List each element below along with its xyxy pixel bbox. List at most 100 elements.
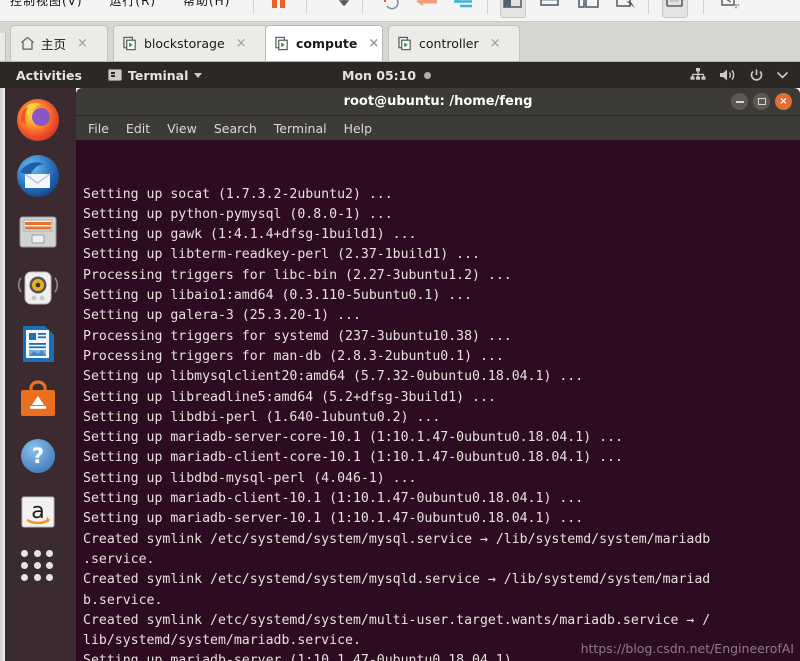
terminal-line: Setting up mariadb-client-core-10.1 (1:1… (83, 450, 623, 466)
terminal-line: Setting up libdbd-mysql-perl (4.046-1) .… (83, 470, 417, 486)
maximize-button[interactable] (753, 93, 770, 110)
menu-help[interactable]: Help (344, 121, 373, 136)
terminal-line: Setting up mariadb-server-core-10.1 (1:1… (83, 430, 623, 446)
vm-running-icon (123, 36, 138, 51)
terminal-line: Processing triggers for man-db (2.8.3-2u… (83, 348, 504, 364)
terminal-line: Setting up socat (1.7.3.2-2ubuntu2) ... (83, 186, 393, 202)
settings-icon[interactable] (720, 0, 740, 11)
revert-snapshot-icon[interactable] (414, 0, 440, 11)
clock-button[interactable]: Mon 05:10 (342, 67, 432, 83)
terminal-line: Setting up galera-3 (25.3.20-1) ... (83, 308, 361, 324)
dock-item-rhythmbox[interactable] (14, 264, 62, 312)
menu-terminal[interactable]: Terminal (274, 121, 327, 136)
terminal-line: Setting up mariadb-server-10.1 (1:10.1.4… (83, 511, 584, 527)
tab-label: compute (296, 36, 358, 51)
dock-item-help[interactable]: ? (14, 432, 62, 480)
toolbar-separator (362, 0, 363, 14)
terminal-line: Setting up mariadb-client-10.1 (1:10.1.4… (83, 491, 584, 507)
dock-item-show-applications[interactable] (14, 544, 62, 592)
view-fullscreen-icon[interactable] (578, 0, 600, 11)
toolbar-separator (703, 0, 704, 14)
terminal-title: root@ubuntu: /home/feng (343, 94, 533, 109)
gnome-top-bar: Activities Terminal Mon 05:10 (0, 62, 800, 88)
tab-label: 主页 (41, 37, 67, 52)
manage-snapshot-icon[interactable] (450, 0, 476, 11)
toolbar-separator (648, 0, 649, 14)
view-console-icon[interactable] (540, 0, 560, 11)
terminal-titlebar: root@ubuntu: /home/feng × (76, 88, 800, 116)
notification-dot-icon (424, 71, 432, 79)
app-menu-label: Terminal (127, 67, 189, 83)
dock-edge (0, 88, 5, 661)
menu-edit[interactable]: Edit (126, 121, 150, 136)
menu-file[interactable]: File (88, 121, 109, 136)
terminal-line: Created symlink /etc/systemd/system/mysq… (83, 531, 711, 547)
pause-icon[interactable] (272, 0, 288, 11)
tab-bar: 主页 × blockstorage × compute × controller… (0, 22, 800, 62)
terminal-line: Created symlink /etc/systemd/system/mysq… (83, 572, 711, 588)
close-button[interactable]: × (775, 93, 792, 110)
terminal-line: Setting up libdbi-perl (1.640-1ubuntu0.2… (83, 409, 441, 425)
menu-search[interactable]: Search (214, 121, 257, 136)
dock-item-files[interactable] (14, 208, 62, 256)
tab-close-icon[interactable]: × (233, 36, 250, 51)
tab-close-icon[interactable]: × (365, 36, 382, 51)
toolbar-separator (306, 0, 307, 14)
tabstrip-left-edge (0, 33, 6, 61)
ubuntu-dock: ? a (0, 88, 76, 661)
terminal-line: Created symlink /etc/systemd/system/mult… (83, 612, 711, 628)
minimize-button[interactable] (731, 93, 748, 110)
home-icon (20, 36, 35, 51)
terminal-icon (107, 69, 122, 81)
terminal-line: Setting up libreadline5:amd64 (5.2+dfsg-… (83, 389, 496, 405)
tab-home[interactable]: 主页 × (10, 25, 108, 61)
dock-item-ubuntu-software[interactable] (14, 376, 62, 424)
watermark: https://blog.csdn.net/EngineerofAI (580, 640, 794, 656)
app-menu-item-2[interactable]: 帮助(H) (183, 0, 230, 8)
chevron-down-icon[interactable] (777, 71, 788, 79)
unity-mode-icon[interactable] (665, 0, 685, 11)
tab-controller[interactable]: controller × (388, 25, 520, 61)
terminal-menubar: File Edit View Search Terminal Help (76, 116, 800, 140)
tab-blockstorage[interactable]: blockstorage × (113, 25, 268, 61)
svg-text:a: a (31, 499, 44, 524)
terminal-line: Setting up python-pymysql (0.8.0-1) ... (83, 206, 393, 222)
screen: 控制视图(V) 运行(R) 帮助(H) 主页 × blockstorage × … (0, 0, 800, 661)
show-applications-icon[interactable] (14, 544, 62, 588)
system-tray[interactable] (690, 68, 788, 83)
app-menu[interactable]: Terminal (107, 67, 203, 83)
dock-item-firefox[interactable] (14, 96, 62, 144)
tab-close-icon[interactable]: × (74, 36, 91, 51)
terminal-line: Processing triggers for systemd (237-3ub… (83, 328, 512, 344)
app-toolbar: 控制视图(V) 运行(R) 帮助(H) (0, 0, 800, 22)
chevron-down-icon (194, 72, 203, 78)
power-icon[interactable] (749, 68, 764, 83)
app-menu-bar[interactable]: 控制视图(V) 运行(R) 帮助(H) (10, 0, 252, 9)
svg-text:?: ? (32, 444, 44, 468)
tab-compute[interactable]: compute × (265, 25, 383, 61)
send-keys-icon[interactable] (616, 0, 638, 11)
vm-running-icon (398, 36, 413, 51)
app-menu-item-1[interactable]: 运行(R) (109, 0, 156, 8)
terminal-line: Processing triggers for libc-bin (2.27-3… (83, 267, 512, 283)
toolbar-separator (253, 0, 254, 14)
window-controls: × (731, 93, 792, 110)
dock-item-thunderbird[interactable] (14, 152, 62, 200)
dock-item-libreoffice-writer[interactable] (14, 320, 62, 368)
terminal-line: b.service. (83, 592, 163, 608)
menu-view[interactable]: View (167, 121, 197, 136)
add-snapshot-icon[interactable] (382, 0, 404, 11)
tab-close-icon[interactable]: × (487, 36, 504, 51)
download-icon[interactable] (328, 0, 352, 11)
vm-running-icon (275, 36, 290, 51)
dock-item-amazon[interactable]: a (14, 488, 62, 536)
network-icon[interactable] (690, 68, 706, 82)
volume-icon[interactable] (719, 68, 736, 82)
terminal-output[interactable]: Setting up socat (1.7.3.2-2ubuntu2) ... S… (76, 140, 800, 661)
clock-label: Mon 05:10 (342, 67, 417, 83)
terminal-line: .service. (83, 551, 155, 567)
activities-button[interactable]: Activities (16, 68, 82, 83)
app-menu-item-0[interactable]: 控制视图(V) (10, 0, 83, 8)
view-library-icon[interactable] (503, 0, 523, 11)
toolbar-separator (487, 0, 488, 14)
